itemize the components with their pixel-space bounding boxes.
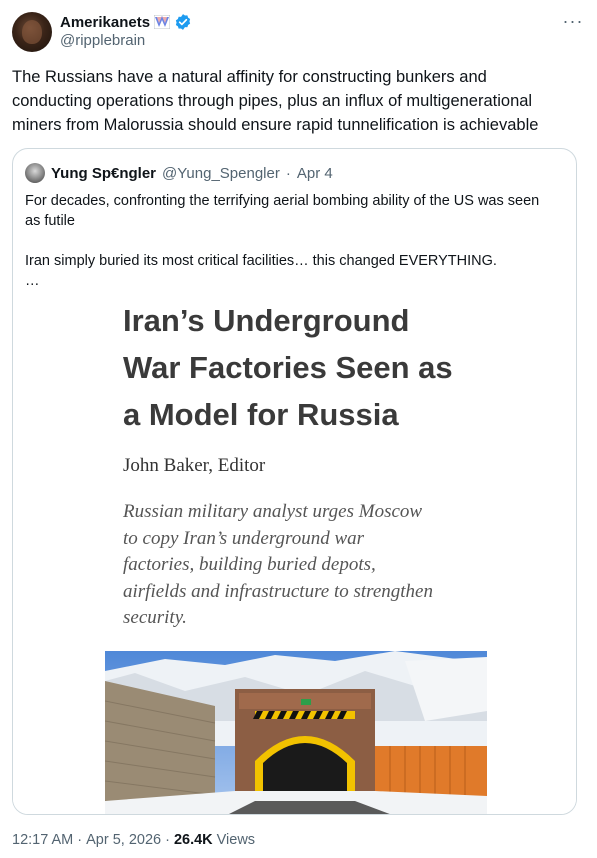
views-count: 26.4K bbox=[173, 832, 213, 848]
deck-line: airfields and infrastructure to strength… bbox=[123, 580, 433, 602]
article-headline: Iran’s Underground War Factories Seen as… bbox=[123, 297, 483, 438]
deck-line: Russian military analyst urges Moscow bbox=[123, 501, 423, 522]
quoted-tweet-date: Apr 4 bbox=[296, 164, 333, 182]
quoted-text-ellipsis: … bbox=[25, 273, 40, 289]
separator-dot: · bbox=[77, 832, 83, 848]
tweet-header: Amerikanets @ripplebrain ··· bbox=[12, 10, 585, 54]
quoted-author-avatar bbox=[25, 163, 45, 183]
tweet-meta: 12:17 AM · Apr 5, 2026 · 26.4K Views bbox=[12, 832, 255, 848]
author-avatar[interactable] bbox=[12, 12, 52, 52]
author-handle[interactable]: @ripplebrain bbox=[60, 32, 145, 49]
quoted-text-line: Iran simply buried its most critical fac… bbox=[25, 253, 497, 269]
separator-dot: · bbox=[285, 164, 291, 182]
tweet-text-line: The Russians have a natural affinity for… bbox=[12, 68, 487, 86]
headline-line: War Factories Seen as bbox=[123, 350, 453, 385]
verified-badge-icon bbox=[174, 13, 192, 31]
more-options-icon[interactable]: ··· bbox=[561, 10, 585, 34]
tweet-text-line: miners from Malorussia should ensure rap… bbox=[12, 116, 539, 134]
separator-dot: · bbox=[165, 832, 170, 848]
headline-line: a Model for Russia bbox=[123, 397, 399, 432]
author-display-name[interactable]: Amerikanets bbox=[60, 14, 150, 31]
quoted-tweet-text: For decades, confronting the terrifying … bbox=[25, 191, 565, 271]
tweet-text: The Russians have a natural affinity for… bbox=[12, 65, 572, 137]
tweet-time[interactable]: 12:17 AM bbox=[12, 832, 73, 848]
deck-line: security. bbox=[123, 607, 187, 628]
quoted-tweet[interactable]: Yung Sp€ngler @Yung_Spengler · Apr 4 For… bbox=[12, 148, 577, 815]
quoted-text-line: For decades, confronting the terrifying … bbox=[25, 193, 540, 209]
quoted-tweet-header: Yung Sp€ngler @Yung_Spengler · Apr 4 bbox=[25, 163, 333, 183]
author-name-row: Amerikanets bbox=[60, 12, 192, 32]
tunnel-photo bbox=[105, 651, 487, 814]
tweet-date[interactable]: Apr 5, 2026 bbox=[86, 832, 161, 848]
deck-line: factories, building buried depots, bbox=[123, 554, 376, 575]
article-deck: Russian military analyst urges Moscow to… bbox=[123, 499, 483, 632]
tweet-text-line: conducting operations through pipes, plu… bbox=[12, 92, 533, 110]
quoted-author-name: Yung Sp€ngler bbox=[51, 164, 157, 182]
flag-icon bbox=[153, 14, 171, 30]
views-label: Views bbox=[216, 832, 256, 848]
quoted-author-handle: @Yung_Spengler bbox=[162, 164, 280, 182]
article-image[interactable]: Iran’s Underground War Factories Seen as… bbox=[13, 289, 576, 814]
headline-line: Iran’s Underground bbox=[123, 303, 410, 338]
deck-line: to copy Iran’s underground war bbox=[123, 527, 365, 549]
quoted-text-line: as futile bbox=[25, 213, 75, 229]
article-author: John Baker, Editor bbox=[123, 455, 266, 476]
